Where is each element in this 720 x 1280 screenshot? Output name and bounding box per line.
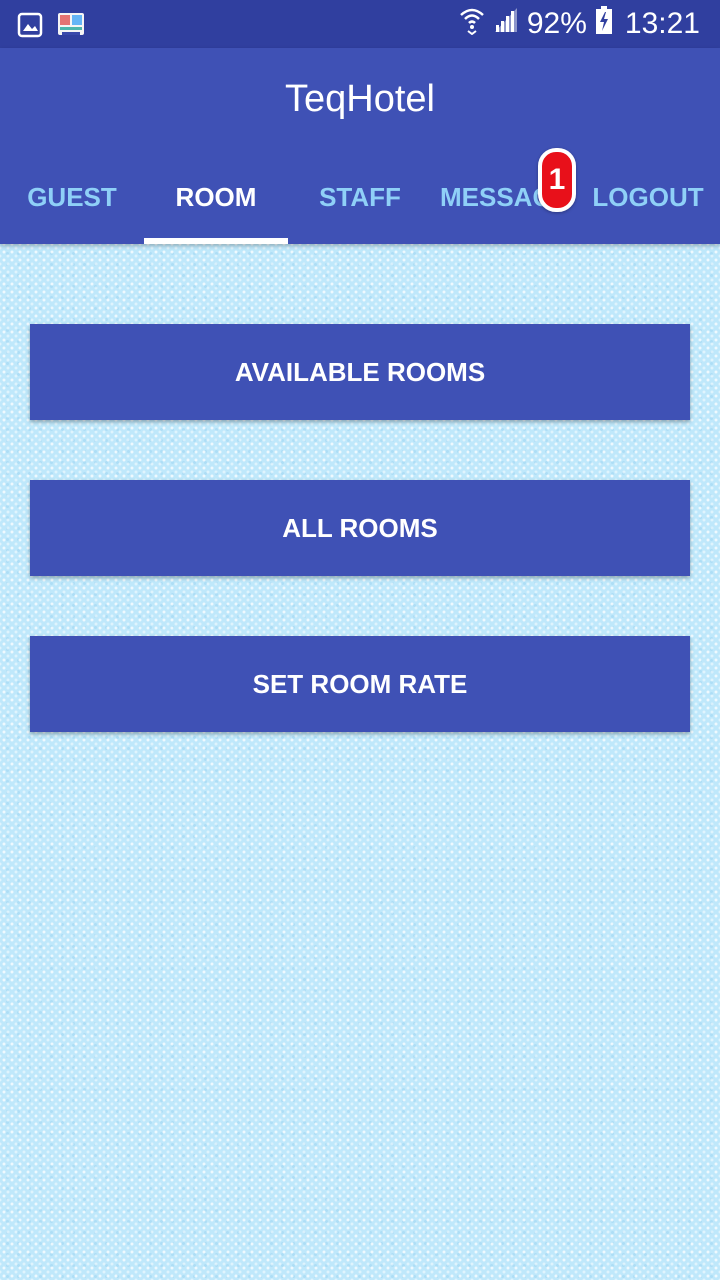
app-title: TeqHotel <box>285 78 435 120</box>
app-notification-icon <box>56 10 86 45</box>
clock: 13:21 <box>624 7 700 40</box>
tab-logout[interactable]: LOGOUT <box>576 148 720 244</box>
battery-charging-icon <box>595 5 613 43</box>
status-bar-system: 92% 13:21 <box>459 0 700 48</box>
wifi-icon <box>459 5 485 43</box>
active-tab-indicator <box>144 238 288 244</box>
status-bar: 92% 13:21 <box>0 0 720 48</box>
available-rooms-button[interactable]: AVAILABLE ROOMS <box>30 324 690 420</box>
tab-room[interactable]: ROOM <box>144 148 288 244</box>
cell-signal-icon <box>493 6 519 42</box>
tab-staff[interactable]: STAFF <box>288 148 432 244</box>
messages-count-badge: 1 <box>538 148 576 212</box>
set-room-rate-button[interactable]: SET ROOM RATE <box>30 636 690 732</box>
battery-percent: 92% <box>526 7 587 40</box>
gallery-icon <box>16 11 44 44</box>
app-bar: TeqHotel GUEST ROOM STAFF MESSAGES LOGOU… <box>0 48 720 244</box>
all-rooms-button[interactable]: ALL ROOMS <box>30 480 690 576</box>
status-bar-notifications <box>16 10 86 45</box>
tab-guest[interactable]: GUEST <box>0 148 144 244</box>
tab-bar: GUEST ROOM STAFF MESSAGES LOGOUT <box>0 148 720 244</box>
